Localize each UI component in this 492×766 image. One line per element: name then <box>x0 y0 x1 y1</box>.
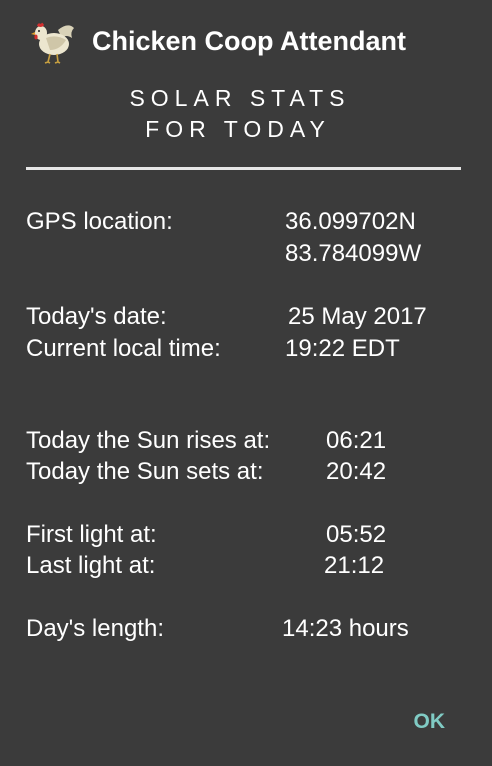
sunrise-value: 06:21 <box>326 427 387 454</box>
divider <box>26 167 461 170</box>
local-time-label: Current local time: <box>26 335 221 362</box>
dialog-titlebar: Chicken Coop Attendant <box>28 14 406 68</box>
date-label: Today's date: <box>26 303 167 330</box>
last-light-value: 21:12 <box>324 552 385 579</box>
sunset-value: 20:42 <box>326 458 387 485</box>
chicken-icon <box>31 22 74 64</box>
first-light-label: First light at: <box>26 521 157 548</box>
heading-line-2: FOR TODAY <box>145 116 331 142</box>
day-length-value: 14:23 hours <box>282 615 409 642</box>
local-time-value: 19:22 EDT <box>285 335 400 362</box>
day-length-label: Day's length: <box>26 615 164 642</box>
gps-longitude: 83.784099W <box>285 240 422 267</box>
ok-button[interactable]: OK <box>414 710 446 734</box>
sunset-label: Today the Sun sets at: <box>26 458 264 485</box>
heading-line-1: SOLAR STATS <box>129 85 351 111</box>
gps-latitude: 36.099702N <box>285 208 416 235</box>
gps-label: GPS location: <box>26 208 173 235</box>
first-light-value: 05:52 <box>326 521 387 548</box>
app-title: Chicken Coop Attendant <box>92 25 406 56</box>
solar-stats-dialog: Chicken Coop Attendant SOLAR STATS FOR T… <box>0 0 492 766</box>
last-light-label: Last light at: <box>26 552 156 579</box>
date-value: 25 May 2017 <box>288 303 427 330</box>
sunrise-label: Today the Sun rises at: <box>26 427 271 454</box>
